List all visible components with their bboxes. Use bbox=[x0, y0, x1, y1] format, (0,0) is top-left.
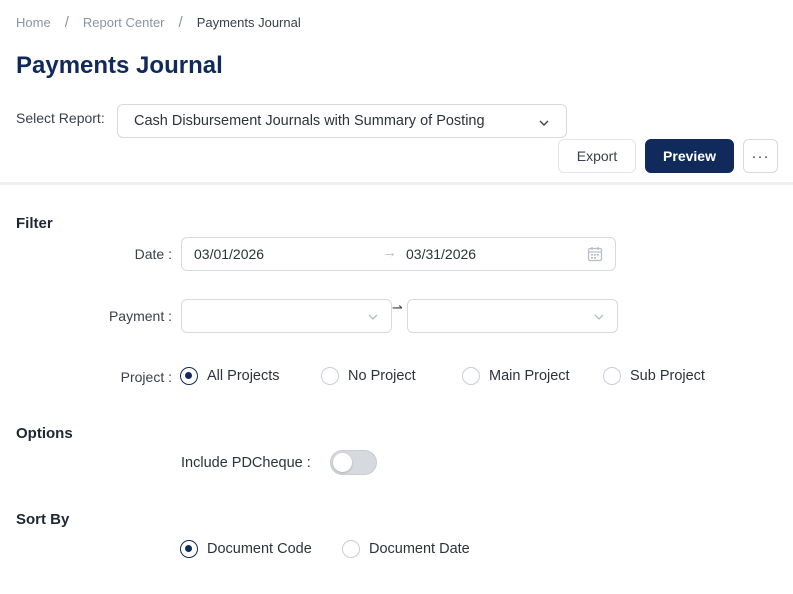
radio-label: Sub Project bbox=[630, 368, 705, 384]
preview-button[interactable]: Preview bbox=[645, 139, 734, 173]
chevron-down-icon bbox=[594, 314, 604, 320]
breadcrumb-current: Payments Journal bbox=[196, 15, 301, 30]
radio-unchecked-icon bbox=[462, 367, 480, 385]
project-radio-none[interactable]: No Project bbox=[321, 367, 416, 385]
page-title: Payments Journal bbox=[16, 52, 223, 79]
export-button[interactable]: Export bbox=[558, 139, 636, 173]
filter-section-title: Filter bbox=[16, 215, 53, 232]
project-radio-main[interactable]: Main Project bbox=[462, 367, 570, 385]
payment-to-select[interactable] bbox=[407, 299, 618, 333]
radio-label: Document Date bbox=[369, 541, 470, 557]
radio-unchecked-icon bbox=[342, 540, 360, 558]
radio-label: Document Code bbox=[207, 541, 312, 557]
radio-unchecked-icon bbox=[603, 367, 621, 385]
pdcheque-label: Include PDCheque : bbox=[181, 455, 311, 471]
pdcheque-toggle[interactable] bbox=[330, 450, 377, 475]
select-report-label: Select Report: bbox=[16, 110, 105, 126]
project-radio-all[interactable]: All Projects bbox=[180, 367, 280, 385]
calendar-icon bbox=[587, 247, 603, 262]
breadcrumb: Home / Report Center / Payments Journal bbox=[16, 14, 301, 31]
chevron-down-icon bbox=[368, 314, 378, 320]
date-to-input[interactable]: 03/31/2026 bbox=[406, 246, 476, 262]
sort-radio-document-code[interactable]: Document Code bbox=[180, 540, 312, 558]
breadcrumb-home[interactable]: Home bbox=[16, 15, 51, 30]
radio-label: All Projects bbox=[207, 368, 280, 384]
payment-label: Payment : bbox=[108, 308, 172, 324]
breadcrumb-separator: / bbox=[64, 14, 69, 31]
date-from-input[interactable]: 03/01/2026 bbox=[194, 246, 264, 262]
sort-by-section-title: Sort By bbox=[16, 511, 70, 528]
date-label: Date : bbox=[134, 246, 172, 262]
toggle-knob bbox=[333, 453, 352, 472]
arrow-right-icon: → bbox=[382, 244, 397, 261]
report-select-value: Cash Disbursement Journals with Summary … bbox=[134, 113, 485, 129]
project-label: Project : bbox=[120, 369, 172, 385]
project-radio-sub[interactable]: Sub Project bbox=[603, 367, 705, 385]
radio-unchecked-icon bbox=[321, 367, 339, 385]
arrow-right-icon: ⇀ bbox=[392, 300, 403, 315]
sort-radio-document-date[interactable]: Document Date bbox=[342, 540, 470, 558]
options-section-title: Options bbox=[16, 425, 73, 442]
header-divider bbox=[0, 182, 793, 185]
radio-label: Main Project bbox=[489, 368, 570, 384]
chevron-down-icon bbox=[539, 120, 549, 126]
breadcrumb-report-center[interactable]: Report Center bbox=[83, 15, 165, 30]
report-select[interactable]: Cash Disbursement Journals with Summary … bbox=[117, 104, 567, 138]
more-horizontal-icon: ··· bbox=[751, 147, 770, 165]
breadcrumb-separator: / bbox=[178, 14, 183, 31]
radio-checked-icon bbox=[180, 540, 198, 558]
payment-from-select[interactable] bbox=[181, 299, 392, 333]
radio-checked-icon bbox=[180, 367, 198, 385]
more-options-button[interactable]: ··· bbox=[743, 139, 778, 173]
radio-label: No Project bbox=[348, 368, 416, 384]
date-range-picker[interactable]: 03/01/2026 → 03/31/2026 bbox=[181, 237, 616, 271]
